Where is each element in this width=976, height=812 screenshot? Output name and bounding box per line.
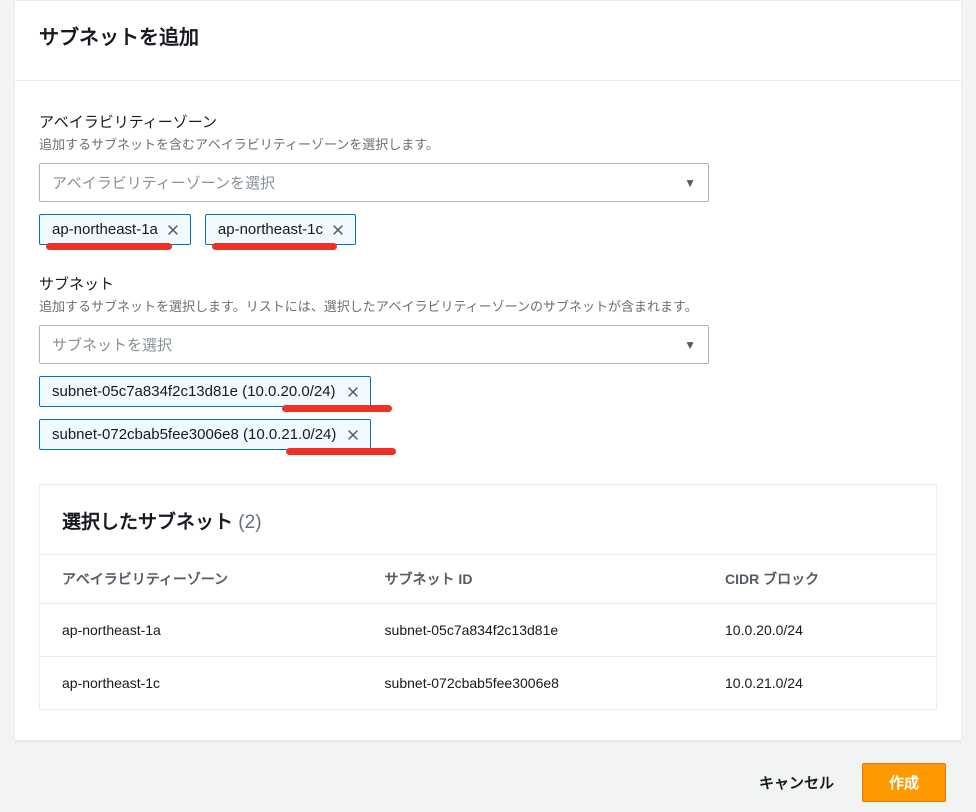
cell-subnet-id: subnet-05c7a834f2c13d81e	[363, 604, 703, 657]
subnet-tag-label: subnet-072cbab5fee3006e8 (10.0.21.0/24)	[52, 426, 336, 443]
table-row: ap-northeast-1c subnet-072cbab5fee3006e8…	[40, 657, 936, 710]
az-tag[interactable]: ap-northeast-1c	[205, 214, 356, 245]
az-dropdown-placeholder: アベイラビリティーゾーンを選択	[52, 172, 275, 193]
subnet-tag-label: subnet-05c7a834f2c13d81e (10.0.20.0/24)	[52, 383, 336, 400]
table-count: (2)	[238, 512, 261, 533]
add-subnet-panel: サブネットを追加 アベイラビリティーゾーン 追加するサブネットを含むアベイラビリ…	[14, 0, 962, 741]
col-subnet-id: サブネット ID	[363, 555, 703, 604]
highlight-underline	[46, 243, 172, 250]
az-tag-label: ap-northeast-1a	[52, 221, 158, 238]
divider	[15, 80, 961, 81]
highlight-underline	[282, 405, 392, 412]
subnet-tag[interactable]: subnet-05c7a834f2c13d81e (10.0.20.0/24)	[39, 376, 371, 407]
subnet-tag-row: subnet-05c7a834f2c13d81e (10.0.20.0/24)	[39, 376, 937, 407]
close-icon[interactable]	[346, 428, 360, 442]
table-title: 選択したサブネット (2)	[40, 485, 936, 554]
table-header-row: アベイラビリティーゾーン サブネット ID CIDR ブロック	[40, 555, 936, 604]
selected-subnets-table: 選択したサブネット (2) アベイラビリティーゾーン サブネット ID CIDR…	[39, 484, 937, 710]
subnet-label: サブネット	[39, 273, 937, 294]
subnet-tag-row: subnet-072cbab5fee3006e8 (10.0.21.0/24)	[39, 419, 937, 450]
page: サブネットを追加 アベイラビリティーゾーン 追加するサブネットを含むアベイラビリ…	[0, 0, 976, 812]
cell-az: ap-northeast-1c	[40, 657, 363, 710]
subnet-dropdown[interactable]: サブネットを選択 ▼	[39, 325, 709, 364]
az-tag[interactable]: ap-northeast-1a	[39, 214, 191, 245]
cell-az: ap-northeast-1a	[40, 604, 363, 657]
chevron-down-icon: ▼	[684, 338, 696, 352]
close-icon[interactable]	[166, 223, 180, 237]
footer: キャンセル 作成	[0, 741, 976, 812]
chevron-down-icon: ▼	[684, 176, 696, 190]
table-title-text: 選択したサブネット	[62, 512, 233, 533]
cancel-button[interactable]: キャンセル	[749, 764, 844, 801]
az-selected-tags: ap-northeast-1a ap-northeast-1c	[39, 214, 937, 245]
subnet-tag[interactable]: subnet-072cbab5fee3006e8 (10.0.21.0/24)	[39, 419, 371, 450]
panel-title: サブネットを追加	[39, 21, 937, 50]
subnet-dropdown-placeholder: サブネットを選択	[52, 334, 172, 355]
az-tag-label: ap-northeast-1c	[218, 221, 323, 238]
cell-subnet-id: subnet-072cbab5fee3006e8	[363, 657, 703, 710]
subnets-table: アベイラビリティーゾーン サブネット ID CIDR ブロック ap-north…	[40, 554, 936, 709]
az-label: アベイラビリティーゾーン	[39, 111, 937, 132]
cell-cidr: 10.0.21.0/24	[703, 657, 936, 710]
subnet-section: サブネット 追加するサブネットを選択します。リストには、選択したアベイラビリティ…	[39, 273, 937, 450]
col-cidr: CIDR ブロック	[703, 555, 936, 604]
close-icon[interactable]	[346, 385, 360, 399]
subnet-description: 追加するサブネットを選択します。リストには、選択したアベイラビリティーゾーンのサ…	[39, 296, 937, 315]
close-icon[interactable]	[331, 223, 345, 237]
table-row: ap-northeast-1a subnet-05c7a834f2c13d81e…	[40, 604, 936, 657]
az-section: アベイラビリティーゾーン 追加するサブネットを含むアベイラビリティーゾーンを選択…	[39, 111, 937, 245]
col-az: アベイラビリティーゾーン	[40, 555, 363, 604]
az-dropdown[interactable]: アベイラビリティーゾーンを選択 ▼	[39, 163, 709, 202]
az-description: 追加するサブネットを含むアベイラビリティーゾーンを選択します。	[39, 134, 937, 153]
highlight-underline	[212, 243, 337, 250]
create-button[interactable]: 作成	[862, 763, 946, 802]
cell-cidr: 10.0.20.0/24	[703, 604, 936, 657]
highlight-underline	[286, 448, 396, 455]
